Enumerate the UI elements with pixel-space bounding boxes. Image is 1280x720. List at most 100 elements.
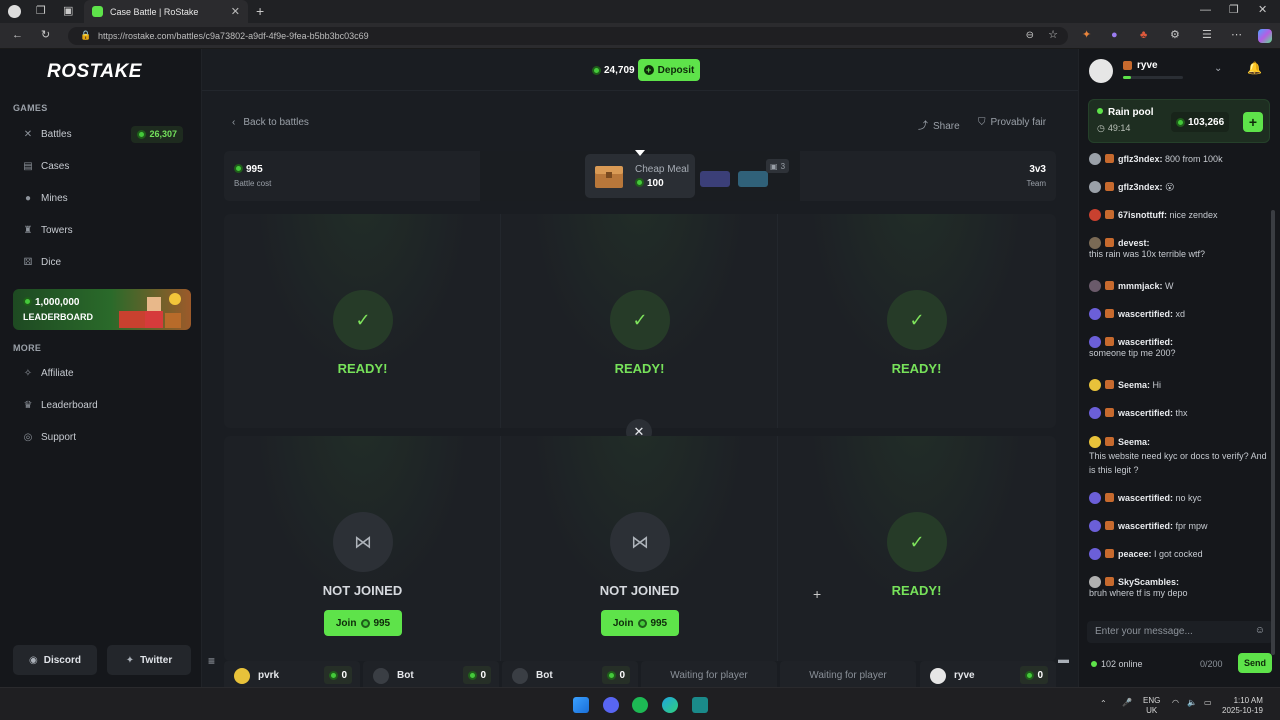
- hamburger-menu-icon[interactable]: ≡: [208, 654, 215, 668]
- chat-username[interactable]: Seema:: [1118, 380, 1150, 390]
- chat-message: 67isnottuff: nice zendex: [1089, 209, 1269, 221]
- lang-text: ENG: [1143, 696, 1161, 705]
- maximize-button[interactable]: ❐: [1229, 5, 1239, 16]
- avatar: [1089, 209, 1101, 221]
- chat-username[interactable]: wascertified:: [1118, 408, 1173, 418]
- join-price: 995: [650, 617, 668, 629]
- new-tab-button[interactable]: +: [256, 4, 264, 18]
- tab-actions-icon[interactable]: ▣: [63, 6, 73, 17]
- chat-text: 😮: [1165, 182, 1175, 192]
- chat-username[interactable]: wascertified:: [1118, 493, 1173, 503]
- extension-icon[interactable]: ✦: [1082, 30, 1091, 41]
- refresh-icon[interactable]: ↻: [41, 30, 50, 41]
- sidebar-item-battles[interactable]: ✕ Battles 26,307: [13, 123, 189, 145]
- windows-start-icon[interactable]: [573, 697, 589, 713]
- case-thumbnail[interactable]: [698, 165, 734, 189]
- sidebar-item-affiliate[interactable]: ✧ Affiliate: [13, 362, 189, 384]
- chat-username[interactable]: wascertified:: [1118, 521, 1173, 531]
- twitter-button[interactable]: ✦ Twitter: [107, 645, 191, 675]
- volume-icon[interactable]: 🔈: [1187, 698, 1197, 708]
- extension-icon[interactable]: ●: [1111, 30, 1118, 41]
- rostake-logo[interactable]: ROSTAKE: [47, 61, 142, 83]
- chat-username[interactable]: 67isnottuff:: [1118, 210, 1167, 220]
- app-icon[interactable]: [692, 697, 708, 713]
- favorites-icon[interactable]: ☰: [1202, 30, 1212, 41]
- user-profile[interactable]: ryve ⌄ 🔔: [1089, 57, 1269, 83]
- rank-icon: [1105, 437, 1114, 446]
- wifi-icon[interactable]: ◠: [1172, 698, 1179, 708]
- slot-status: READY!: [614, 361, 665, 376]
- player-card[interactable]: Bot 0: [363, 661, 499, 687]
- url-field[interactable]: 🔒 https://rostake.com/battles/c9a73802-a…: [68, 27, 1068, 45]
- chat-scrollbar[interactable]: [1271, 210, 1275, 655]
- chat-username[interactable]: wascertified:: [1118, 309, 1173, 319]
- leaderboard-promo-card[interactable]: 1,000,000 LEADERBOARD: [13, 289, 191, 330]
- sidebar-item-cases[interactable]: ▤ Cases: [13, 155, 189, 177]
- extensions-icon[interactable]: ⚙: [1170, 30, 1180, 41]
- chat-text: W: [1165, 281, 1174, 291]
- twitter-icon: ✦: [125, 654, 135, 666]
- share-button[interactable]: ⤴ Share: [918, 117, 960, 132]
- reader-icon[interactable]: ⊖: [1026, 31, 1034, 41]
- share-icon: ⤴: [918, 121, 928, 132]
- more-menu-icon[interactable]: ⋯: [1231, 30, 1242, 41]
- clock[interactable]: 1:10 AM 2025-10-19: [1222, 696, 1263, 715]
- chat-username[interactable]: peacee:: [1118, 549, 1152, 559]
- sidebar-item-dice[interactable]: ⚄ Dice: [13, 251, 189, 273]
- chat-text: fpr mpw: [1175, 521, 1208, 531]
- chat-toggle-icon[interactable]: ▬: [1058, 654, 1069, 666]
- case-card-current[interactable]: Cheap Meal 100: [585, 154, 695, 198]
- add-to-rain-button[interactable]: +: [1243, 112, 1263, 132]
- chat-username[interactable]: SkyScambles:: [1118, 577, 1179, 587]
- bell-icon[interactable]: 🔔: [1247, 61, 1262, 75]
- coin-icon: [1025, 670, 1035, 680]
- back-arrow-icon[interactable]: ←: [12, 30, 23, 41]
- coin-icon: [361, 618, 371, 628]
- spotify-icon[interactable]: [632, 697, 648, 713]
- microphone-icon[interactable]: 🎤: [1122, 698, 1132, 708]
- tray-chevron-icon[interactable]: ⌃: [1100, 699, 1107, 709]
- sidebar-item-towers[interactable]: ♜ Towers: [13, 219, 189, 241]
- copilot-icon[interactable]: [1258, 29, 1272, 43]
- close-window-button[interactable]: ✕: [1258, 5, 1267, 16]
- battery-icon[interactable]: ▭: [1204, 698, 1212, 708]
- chat-username[interactable]: gflz3ndex:: [1118, 154, 1163, 164]
- language-indicator[interactable]: ENG UK: [1143, 696, 1160, 715]
- deposit-button[interactable]: + Deposit: [638, 59, 700, 81]
- chat-username[interactable]: wascertified:: [1118, 337, 1173, 347]
- active-tab[interactable]: Case Battle | RoStake ✕: [84, 0, 248, 23]
- extension-icon[interactable]: ♣: [1140, 30, 1147, 41]
- sidebar-item-leaderboard[interactable]: ♛ Leaderboard: [13, 394, 189, 416]
- player-card[interactable]: pvrk 0: [224, 661, 360, 687]
- player-card[interactable]: ryve 0: [920, 661, 1056, 687]
- coin-icon: [468, 670, 478, 680]
- edge-browser-icon[interactable]: [662, 697, 678, 713]
- close-tab-icon[interactable]: ✕: [231, 5, 240, 18]
- chat-username[interactable]: gflz3ndex:: [1118, 182, 1163, 192]
- emoji-icon[interactable]: ☺: [1255, 625, 1265, 636]
- provably-fair-button[interactable]: ⛉ Provably fair: [978, 117, 1046, 128]
- profile-icon[interactable]: [8, 5, 21, 18]
- workspaces-icon[interactable]: ❐: [36, 6, 46, 17]
- discord-button[interactable]: ◉ Discord: [13, 645, 97, 675]
- chat-username[interactable]: mmmjack:: [1118, 281, 1163, 291]
- discord-app-icon[interactable]: [603, 697, 619, 713]
- sidebar-item-mines[interactable]: ● Mines: [13, 187, 189, 209]
- join-button[interactable]: Join 995: [324, 610, 402, 636]
- back-to-battles-link[interactable]: ‹ Back to battles: [232, 117, 309, 128]
- chevron-down-icon[interactable]: ⌄: [1214, 63, 1222, 74]
- chat-username[interactable]: Seema:: [1118, 437, 1150, 447]
- player-card[interactable]: Bot 0: [502, 661, 638, 687]
- chat-username[interactable]: devest:: [1118, 238, 1150, 248]
- minimize-button[interactable]: —: [1200, 5, 1211, 16]
- chat-message-input[interactable]: Enter your message... ☺: [1087, 621, 1273, 643]
- chat-message: Seema: This website need kyc or docs to v…: [1089, 435, 1269, 477]
- dice-icon: ⚄: [23, 256, 33, 268]
- rostake-favicon: [92, 6, 103, 17]
- join-button[interactable]: Join 995: [601, 610, 679, 636]
- send-button[interactable]: Send: [1238, 653, 1272, 673]
- favorite-star-icon[interactable]: ☆: [1048, 30, 1058, 41]
- twitter-label: Twitter: [140, 654, 173, 666]
- sidebar-item-support[interactable]: ◎ Support: [13, 426, 189, 448]
- case-price-value: 100: [647, 178, 664, 189]
